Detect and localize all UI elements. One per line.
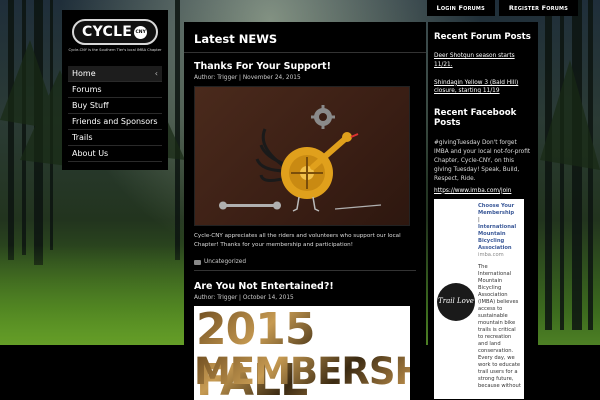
- grass-field: [0, 245, 185, 345]
- preview-body: Choose Your Membership | International M…: [478, 203, 521, 395]
- facebook-link-preview[interactable]: Trail Love Choose Your Membership | Inte…: [434, 198, 524, 399]
- post-meta: Author: Trigger | October 14, 2015: [194, 295, 294, 302]
- post-title-link[interactable]: Are You Not Entertained?!: [194, 281, 416, 292]
- nav-item-trails[interactable]: Trails: [68, 130, 162, 146]
- chevron-left-icon: ‹: [154, 69, 158, 78]
- left-sidebar: CYCLE CNY Cycle-CNY is the Southern Tier…: [62, 10, 168, 170]
- post-author[interactable]: Author: Trigger: [194, 75, 237, 81]
- main-content: Latest NEWS Thanks For Your Support! Aut…: [184, 22, 426, 400]
- page-title: Latest NEWS: [184, 32, 426, 53]
- forum-post-link[interactable]: Shindagin Yellow 3 (Bald Hill) closure, …: [434, 79, 532, 96]
- bike-parts-turkey-illustration: [219, 105, 382, 212]
- forum-posts-heading: Recent Forum Posts: [434, 32, 531, 42]
- nav-item-label: Friends and Sponsors: [72, 117, 158, 126]
- folder-icon: [194, 259, 201, 265]
- facebook-posts-heading: Recent Facebook Posts: [434, 108, 517, 129]
- nav-item-forums[interactable]: Forums: [68, 82, 162, 98]
- post-title-link[interactable]: Thanks For Your Support!: [194, 61, 416, 72]
- post-item: Are You Not Entertained?! Author: Trigge…: [194, 281, 416, 400]
- forum-post-link[interactable]: Deer Shotgun season starts 11/21.: [434, 52, 532, 69]
- post-author[interactable]: Author: Trigger: [194, 295, 237, 301]
- logo-chain-ring: CYCLE CNY: [72, 19, 158, 45]
- post-category: Uncategorized: [194, 259, 416, 272]
- nav-item-label: Forums: [72, 85, 102, 94]
- post-excerpt: Cycle-CNY appreciates all the riders and…: [194, 233, 401, 248]
- nav-item-home[interactable]: Home ‹: [68, 66, 162, 82]
- post-image-turkey-bike-parts[interactable]: [194, 86, 410, 226]
- post-image-fall-membership[interactable]: 2015 FALL MEMBERSHIP: [194, 306, 410, 400]
- preview-link-membership[interactable]: Choose Your Membership: [478, 203, 521, 217]
- nav-item-label: Buy Stuff: [72, 101, 109, 110]
- post-item: Thanks For Your Support! Author: Trigger…: [194, 61, 416, 272]
- site-logo[interactable]: CYCLE CNY Cycle-CNY is the Southern Tier…: [68, 16, 162, 56]
- logo-name: CYCLE: [82, 24, 133, 40]
- preview-source: imba.com: [478, 251, 504, 258]
- nav-item-about-us[interactable]: About Us: [68, 146, 162, 162]
- nav-item-buy-stuff[interactable]: Buy Stuff: [68, 98, 162, 114]
- main-nav: Home ‹ Forums Buy Stuff Friends and Spon…: [68, 66, 162, 162]
- preview-link-imba[interactable]: International Mountain Bicycling Associa…: [478, 224, 521, 252]
- logo-badge: CNY: [134, 25, 148, 39]
- nav-item-label: Home: [72, 69, 96, 78]
- top-bar: Login Forums Register Forums: [426, 0, 578, 16]
- nav-item-label: About Us: [72, 149, 109, 158]
- login-forums-link[interactable]: Login Forums: [426, 0, 495, 16]
- right-sidebar: Recent Forum Posts Deer Shotgun season s…: [428, 22, 538, 400]
- post-date[interactable]: November 24, 2015: [243, 75, 301, 81]
- logo-text: Trail Love: [438, 297, 474, 306]
- image-text-line-2: MEMBERSHIP: [194, 350, 410, 393]
- category-link[interactable]: Uncategorized: [204, 259, 246, 265]
- preview-description: The International Mountain Bicycling Ass…: [478, 263, 521, 389]
- trail-love-logo: Trail Love: [437, 282, 475, 321]
- facebook-post-link[interactable]: https://www.imba.com/join: [434, 188, 532, 194]
- nav-item-friends-sponsors[interactable]: Friends and Sponsors: [68, 114, 162, 130]
- nav-item-label: Trails: [72, 133, 93, 142]
- post-meta: Author: Trigger | November 24, 2015: [194, 75, 301, 81]
- facebook-post-text: #givingTuesday Don't forget IMBA and you…: [434, 139, 531, 182]
- preview-separator: |: [478, 216, 480, 223]
- register-forums-link[interactable]: Register Forums: [498, 0, 578, 16]
- logo-tagline: Cycle-CNY is the Southern Tier's local I…: [68, 48, 162, 52]
- post-date[interactable]: October 14, 2015: [243, 295, 294, 301]
